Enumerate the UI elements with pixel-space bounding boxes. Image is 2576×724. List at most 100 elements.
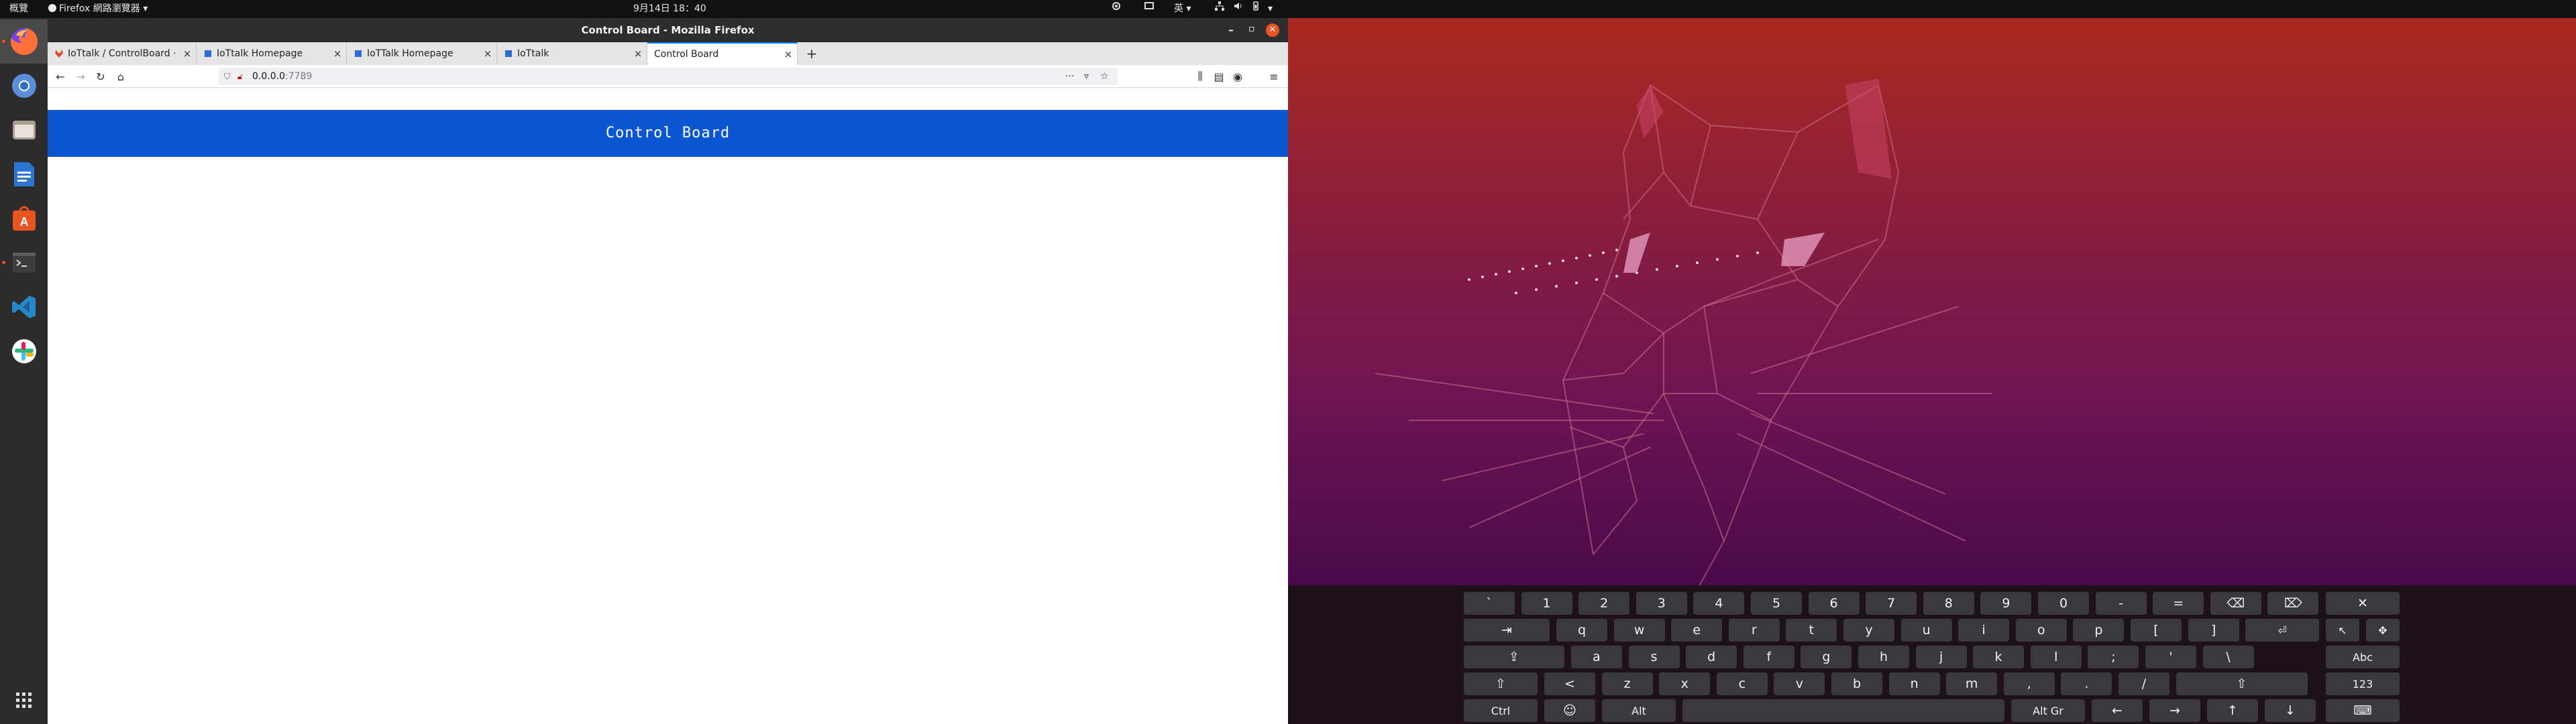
key-r5-7[interactable]: ↑ xyxy=(2207,699,2258,722)
key-r1-3[interactable]: 3 xyxy=(1635,592,1687,615)
key-r3-3[interactable]: d xyxy=(1686,646,1737,668)
tab-iottalk-homepage-1[interactable]: IoTtalk Homepage × xyxy=(197,42,347,65)
key-r3-7[interactable]: j xyxy=(1915,646,1967,668)
key-r3-9[interactable]: l xyxy=(2030,646,2082,668)
hamburger-menu-icon[interactable]: ≡ xyxy=(1265,68,1283,85)
key-r4-12[interactable]: ⇧ xyxy=(2176,672,2308,695)
key-r1-5[interactable]: 5 xyxy=(1751,592,1802,615)
key-r3-13[interactable]: Abc xyxy=(2326,646,2400,668)
key-r2-2[interactable]: w xyxy=(1613,619,1665,642)
key-r2-5[interactable]: t xyxy=(1786,619,1837,642)
dock-item-writer[interactable] xyxy=(0,152,48,196)
show-applications-button[interactable] xyxy=(0,678,48,723)
dock-item-chromium[interactable] xyxy=(0,64,48,108)
key-r5-1[interactable]: ☺ xyxy=(1544,699,1595,722)
key-r2-4[interactable]: r xyxy=(1728,619,1780,642)
key-r3-5[interactable]: g xyxy=(1801,646,1852,668)
reload-icon[interactable]: ↻ xyxy=(92,68,109,85)
key-r2-12[interactable]: ] xyxy=(2188,619,2239,642)
key-r4-7[interactable]: n xyxy=(1888,672,1940,695)
dock-item-software[interactable]: A xyxy=(0,196,48,241)
minimize-icon[interactable]: – xyxy=(1228,23,1234,36)
key-r4-0[interactable]: ⇧ xyxy=(1464,672,1538,695)
back-icon[interactable]: ← xyxy=(52,68,69,85)
key-r2-15[interactable]: ✥ xyxy=(2366,619,2400,642)
bookmark-star-icon[interactable]: ☆ xyxy=(1100,68,1109,85)
key-r3-4[interactable]: f xyxy=(1743,646,1794,668)
tab-control-board[interactable]: Control Board × xyxy=(647,42,798,65)
tab-iottalk-homepage-2[interactable]: IoTTalk Homepage × xyxy=(347,42,497,65)
home-icon[interactable]: ⌂ xyxy=(112,68,129,85)
key-r3-6[interactable]: h xyxy=(1858,646,1909,668)
insecure-lock-icon[interactable]: 🔓︎ xyxy=(237,68,243,85)
key-r4-1[interactable]: < xyxy=(1544,672,1595,695)
network-icon[interactable] xyxy=(1214,0,1225,18)
url-bar[interactable]: ⛉ 🔓︎ 0.0.0.0:7789 ··· ▿ ☆ xyxy=(219,68,1118,85)
key-r5-2[interactable]: Alt xyxy=(1602,699,1676,722)
volume-icon[interactable] xyxy=(1233,0,1244,18)
close-window-icon[interactable]: ✕ xyxy=(1266,23,1279,37)
key-r4-13[interactable]: 123 xyxy=(2326,672,2400,695)
key-r3-8[interactable]: k xyxy=(1973,646,2025,668)
key-r2-0[interactable]: ⇥ xyxy=(1464,619,1550,642)
key-r4-4[interactable]: c xyxy=(1716,672,1768,695)
tab-iottalk-controlboard[interactable]: IoTtalk / ControlBoard · × xyxy=(48,42,197,65)
key-r2-1[interactable]: q xyxy=(1556,619,1607,642)
activities-button[interactable]: 概覽 xyxy=(9,0,28,18)
key-r5-5[interactable]: ← xyxy=(2092,699,2143,722)
sidebar-icon[interactable]: ▤ xyxy=(1210,68,1228,85)
key-r5-8[interactable]: ↓ xyxy=(2265,699,2316,722)
key-r1-1[interactable]: 1 xyxy=(1521,592,1572,615)
key-r5-4[interactable]: Alt Gr xyxy=(2011,699,2085,722)
dock-item-firefox[interactable] xyxy=(0,19,48,64)
dock-item-vscode[interactable] xyxy=(0,285,48,329)
key-r2-14[interactable]: ↖ xyxy=(2326,619,2359,642)
key-r1-8[interactable]: 8 xyxy=(1923,592,1974,615)
tab-close-icon[interactable]: × xyxy=(479,48,496,60)
key-r1-11[interactable]: - xyxy=(2095,592,2147,615)
key-r1-10[interactable]: 0 xyxy=(2038,592,2089,615)
key-r4-9[interactable]: , xyxy=(2003,672,2055,695)
tab-close-icon[interactable]: × xyxy=(178,48,196,60)
dock-item-slack[interactable] xyxy=(0,329,48,373)
key-r1-2[interactable]: 2 xyxy=(1578,592,1630,615)
pocket-icon[interactable]: ▿ xyxy=(1084,68,1089,85)
key-r3-0[interactable]: ⇪ xyxy=(1464,646,1564,668)
key-r4-8[interactable]: m xyxy=(1946,672,1998,695)
battery-icon[interactable] xyxy=(1250,0,1261,18)
screen-share-icon[interactable] xyxy=(1144,0,1155,18)
key-r2-13[interactable]: ⏎ xyxy=(2245,619,2320,642)
key-r1-6[interactable]: 6 xyxy=(1808,592,1860,615)
key-r1-12[interactable]: = xyxy=(2153,592,2204,615)
maximize-icon[interactable]: ▫ xyxy=(1248,23,1255,34)
key-r3-11[interactable]: ' xyxy=(2145,646,2196,668)
key-r2-9[interactable]: o xyxy=(2015,619,2067,642)
tab-iottalk[interactable]: IoTtalk × xyxy=(497,42,647,65)
dock-item-terminal[interactable] xyxy=(0,241,48,285)
key-r1-7[interactable]: 7 xyxy=(1866,592,1917,615)
key-r1-4[interactable]: 4 xyxy=(1693,592,1745,615)
page-actions-icon[interactable]: ··· xyxy=(1065,68,1074,85)
input-method-menu[interactable]: 英 ▾ xyxy=(1174,0,1191,18)
dock-item-files[interactable] xyxy=(0,108,48,152)
key-r2-11[interactable]: [ xyxy=(2131,619,2182,642)
tab-close-icon[interactable]: × xyxy=(329,48,346,60)
night-light-icon[interactable] xyxy=(1111,0,1122,18)
library-icon[interactable]: ⫼ xyxy=(1191,68,1209,85)
key-r3-1[interactable]: a xyxy=(1571,646,1622,668)
key-r5-0[interactable]: Ctrl xyxy=(1464,699,1538,722)
key-r3-12[interactable]: \ xyxy=(2202,646,2254,668)
key-r4-11[interactable]: / xyxy=(2118,672,2169,695)
key-r4-5[interactable]: v xyxy=(1774,672,1825,695)
key-r2-8[interactable]: i xyxy=(1958,619,2010,642)
key-r1-14[interactable]: ⌦ xyxy=(2267,592,2319,615)
key-r4-3[interactable]: x xyxy=(1659,672,1711,695)
key-r1-13[interactable]: ⌫ xyxy=(2210,592,2261,615)
key-r2-10[interactable]: p xyxy=(2073,619,2125,642)
key-r4-2[interactable]: z xyxy=(1601,672,1653,695)
new-tab-icon[interactable]: + xyxy=(803,45,820,62)
key-r2-6[interactable]: y xyxy=(1843,619,1894,642)
key-r4-10[interactable]: . xyxy=(2061,672,2112,695)
system-menu-chevron-icon[interactable]: ▾ xyxy=(1268,0,1273,18)
clock[interactable]: 9月14日 18：40 xyxy=(633,0,706,18)
